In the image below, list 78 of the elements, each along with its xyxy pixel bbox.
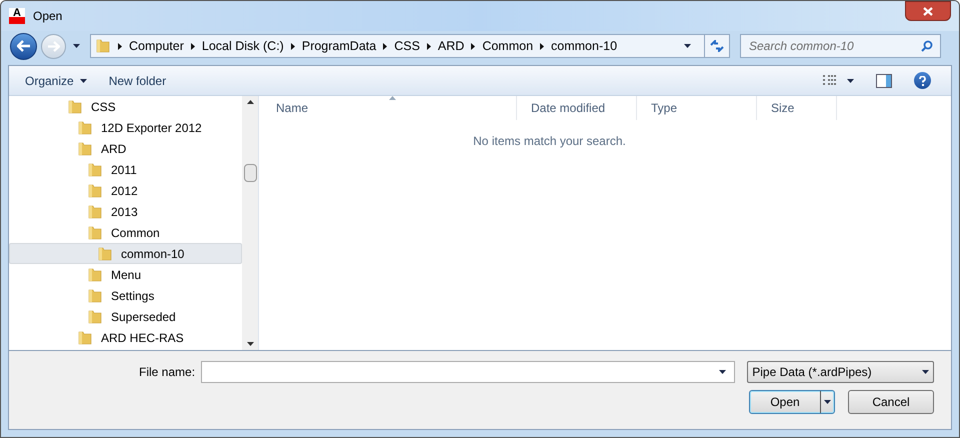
search-icon	[921, 40, 933, 52]
close-icon	[923, 6, 933, 16]
window-title: Open	[33, 8, 62, 25]
folder-icon	[97, 246, 113, 262]
folder-icon	[77, 140, 93, 156]
column-header[interactable]: Type	[637, 96, 757, 120]
preview-pane-button[interactable]	[876, 74, 892, 88]
tree-item[interactable]: ARD	[9, 138, 242, 159]
refresh-icon	[710, 40, 724, 52]
breadcrumb[interactable]: ProgramData	[302, 36, 376, 56]
folder-icon	[87, 182, 103, 198]
breadcrumb[interactable]: ARD	[438, 36, 464, 56]
chevron-icon	[471, 42, 476, 50]
caret-icon	[80, 78, 87, 82]
folder-icon	[87, 162, 103, 178]
close-button[interactable]	[905, 1, 951, 21]
tree-item[interactable]: CSS	[9, 96, 242, 117]
folder-icon	[77, 330, 93, 346]
breadcrumb[interactable]: Local Disk (C:)	[202, 36, 284, 56]
tree-item[interactable]: Settings	[9, 285, 242, 306]
folder-icon	[87, 204, 103, 220]
tree-item[interactable]: Menu	[9, 264, 242, 285]
tree-item[interactable]: 2011	[9, 159, 242, 180]
dropdown-icon	[719, 370, 726, 374]
column-header[interactable]: Date modified	[517, 96, 637, 120]
breadcrumb[interactable]: Computer	[129, 36, 184, 56]
chevron-icon	[426, 42, 431, 50]
list-view-icon	[822, 74, 837, 86]
column-header[interactable]: Name	[262, 96, 517, 120]
breadcrumb[interactable]: CSS	[394, 36, 420, 56]
folder-icon	[67, 98, 83, 114]
dropdown-icon	[72, 44, 80, 48]
help-button[interactable]	[914, 72, 931, 89]
app-icon: A	[9, 8, 25, 24]
scroll-thumb[interactable]	[244, 164, 256, 182]
view-options-button[interactable]	[822, 74, 854, 86]
file-type-dropdown[interactable]: Pipe Data (*.ardPipes)	[747, 361, 934, 383]
empty-message: No items match your search.	[473, 133, 626, 150]
folder-icon	[87, 308, 103, 324]
back-button[interactable]	[10, 32, 37, 60]
tree-item[interactable]: Superseded	[9, 306, 242, 327]
chevron-icon	[540, 42, 544, 50]
dropdown-icon	[922, 370, 929, 374]
tree-item[interactable]: ARD HEC-RAS	[9, 327, 242, 348]
chevron-icon	[290, 42, 295, 50]
breadcrumb[interactable]: common-10	[551, 36, 618, 56]
caret-icon	[847, 78, 854, 82]
tree-item[interactable]: 2012	[9, 180, 242, 201]
breadcrumb[interactable]: Common	[482, 36, 534, 56]
tree-item[interactable]: 12D Exporter 2012	[9, 117, 242, 138]
folder-icon	[87, 224, 103, 240]
folder-icon	[95, 38, 111, 54]
dropdown-icon	[684, 44, 690, 48]
tree-item[interactable]: Common	[9, 222, 242, 243]
organize-button[interactable]: Organize	[25, 72, 87, 90]
column-header[interactable]: Size	[757, 96, 837, 120]
split-button[interactable]: Open	[749, 390, 835, 414]
arrow-left-icon	[16, 40, 30, 52]
chevron-icon	[190, 42, 195, 50]
file-name-label: File name:	[139, 364, 196, 381]
folder-icon	[87, 288, 103, 304]
new-folder-button[interactable]: New folder	[108, 72, 166, 90]
file-name-field[interactable]	[201, 361, 736, 383]
arrow-right-icon	[47, 40, 60, 52]
dropdown-icon	[824, 400, 831, 404]
tree-item[interactable]: 2013	[9, 201, 242, 222]
search-field[interactable]: Search common-10	[740, 34, 941, 58]
dialog-button[interactable]: Cancel	[848, 390, 934, 414]
scroll-down-icon	[246, 342, 254, 346]
scroll-up-icon	[246, 100, 254, 104]
help-icon	[919, 76, 926, 86]
chevron-icon	[118, 42, 122, 50]
address-bar[interactable]: Computer Local Disk (C:) ProgramData CSS ARD Common common-10	[90, 34, 730, 58]
folder-icon	[77, 120, 93, 136]
chevron-icon	[383, 42, 388, 50]
folder-icon	[87, 266, 103, 282]
tree-item[interactable]: common-10	[9, 243, 242, 264]
scrollbar[interactable]	[242, 96, 258, 350]
